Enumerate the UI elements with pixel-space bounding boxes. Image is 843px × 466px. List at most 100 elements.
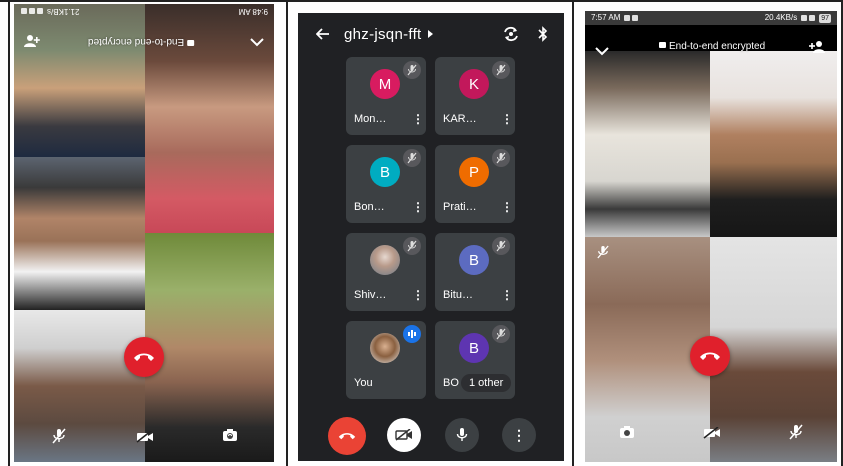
chevron-down-icon[interactable]: [250, 34, 264, 52]
participant-name: You: [354, 377, 373, 389]
switch-camera-icon[interactable]: [619, 425, 635, 444]
notification-icon: [624, 15, 631, 21]
lock-icon: [659, 42, 666, 49]
participant-avatar: M: [370, 69, 400, 99]
lock-icon: [187, 39, 195, 46]
wifi-icon: [29, 8, 35, 14]
video-tile: [585, 51, 710, 237]
battery-level: 97: [819, 13, 831, 23]
encryption-label: End-to-end encrypted: [88, 36, 185, 47]
status-bar: 7:57 AM 20.4KB/s 97: [585, 11, 837, 25]
video-tile: [14, 157, 145, 310]
more-options-icon: ⋮: [512, 427, 526, 443]
network-speed: 20.4KB/s: [764, 13, 798, 22]
mic-off-icon: [403, 61, 421, 79]
mic-off-icon[interactable]: [52, 428, 66, 449]
video-tile: [14, 310, 145, 462]
participant-avatar: B: [459, 333, 489, 363]
participant-card-self[interactable]: You: [346, 321, 426, 399]
video-off-icon[interactable]: [136, 430, 154, 448]
mic-off-icon: [492, 237, 510, 255]
participant-photo: [370, 333, 400, 363]
more-options-icon[interactable]: ⋮: [501, 113, 513, 125]
video-tile: [14, 4, 145, 157]
participant-name: BO: [443, 377, 459, 389]
add-person-icon[interactable]: [24, 34, 40, 53]
participant-photo: [370, 245, 400, 275]
other-participants-badge[interactable]: 1 other: [461, 374, 512, 392]
mic-off-icon: [403, 237, 421, 255]
more-options-button[interactable]: ⋮: [502, 418, 536, 452]
mic-toggle-button[interactable]: [445, 418, 479, 452]
more-options-icon[interactable]: ⋮: [412, 289, 424, 301]
mic-off-icon: [403, 149, 421, 167]
google-meet-call-screen: ghz-jsqn-fft M Mon… ⋮ K KAR… ⋮ B Bon… ⋮ …: [298, 13, 564, 461]
end-call-icon: [134, 353, 154, 361]
participant-avatar: P: [459, 157, 489, 187]
encryption-label: End-to-end encrypted: [669, 41, 766, 52]
participant-name: Bon…: [354, 201, 385, 213]
mic-off-icon: [597, 245, 609, 264]
end-call-icon: [338, 433, 356, 440]
mic-off-icon[interactable]: [789, 424, 803, 445]
switch-camera-icon[interactable]: [222, 428, 238, 447]
wifi-icon: [809, 15, 816, 21]
participant-card[interactable]: Shiv… ⋮: [346, 233, 426, 311]
more-options-icon[interactable]: ⋮: [501, 201, 513, 213]
status-time: 7:57 AM: [591, 13, 621, 22]
bluetooth-icon[interactable]: [538, 26, 548, 42]
mic-off-icon: [492, 61, 510, 79]
end-call-button[interactable]: [124, 337, 164, 377]
participant-avatar: K: [459, 69, 489, 99]
participant-name: Shiv…: [354, 289, 387, 301]
battery-icon: [21, 8, 27, 14]
participant-card[interactable]: M Mon… ⋮: [346, 57, 426, 135]
participant-avatar: B: [459, 245, 489, 275]
signal-icon: [37, 8, 43, 14]
caret-right-icon[interactable]: [427, 30, 433, 38]
back-arrow-icon[interactable]: [316, 28, 330, 40]
participant-name: KAR…: [443, 113, 477, 125]
meeting-header: ghz-jsqn-fft: [298, 13, 564, 55]
participant-card[interactable]: B Bitu… ⋮: [435, 233, 515, 311]
signal-icon: [801, 15, 808, 21]
participant-name: Prati…: [443, 201, 477, 213]
add-person-icon[interactable]: [809, 40, 825, 59]
video-off-icon: [395, 429, 412, 441]
end-call-button[interactable]: [690, 336, 730, 376]
more-options-icon[interactable]: ⋮: [412, 113, 424, 125]
video-off-icon[interactable]: [703, 426, 721, 444]
whatsapp-group-call-screen: 9:48 AM 21.1KB/s End-to-end encrypted: [14, 4, 274, 462]
left-border: [8, 0, 10, 466]
participant-card[interactable]: K KAR… ⋮: [435, 57, 515, 135]
whatsapp-group-call-screen: 7:57 AM 20.4KB/s 97 End-to-end encrypted: [585, 11, 837, 462]
notification-icon: [632, 15, 639, 21]
mic-off-icon: [492, 149, 510, 167]
participant-card[interactable]: P Prati… ⋮: [435, 145, 515, 223]
mic-off-icon: [492, 325, 510, 343]
switch-camera-icon[interactable]: [502, 26, 520, 42]
end-call-icon: [700, 352, 720, 360]
encryption-banner: End-to-end encrypted: [88, 36, 195, 47]
separator: [286, 0, 288, 466]
more-options-icon[interactable]: ⋮: [412, 201, 424, 213]
camera-toggle-button[interactable]: [387, 418, 421, 452]
top-border: [0, 0, 843, 2]
status-time: 9:48 AM: [238, 7, 268, 16]
speaking-indicator-icon: [403, 325, 421, 343]
more-options-icon[interactable]: ⋮: [501, 289, 513, 301]
video-tile: [710, 51, 837, 237]
participant-card[interactable]: B Bon… ⋮: [346, 145, 426, 223]
network-speed: 21.1KB/s: [47, 7, 80, 16]
encryption-banner: End-to-end encrypted: [659, 41, 765, 52]
participant-name: Mon…: [354, 113, 387, 125]
participant-name: Bitu…: [443, 289, 473, 301]
mic-icon: [456, 428, 468, 441]
chevron-down-icon[interactable]: [595, 43, 609, 61]
status-bar: 9:48 AM 21.1KB/s: [14, 4, 274, 18]
video-tile: [145, 233, 274, 462]
participant-avatar: B: [370, 157, 400, 187]
meeting-code[interactable]: ghz-jsqn-fft: [344, 26, 422, 43]
separator: [572, 0, 574, 466]
end-call-button[interactable]: [328, 417, 366, 455]
